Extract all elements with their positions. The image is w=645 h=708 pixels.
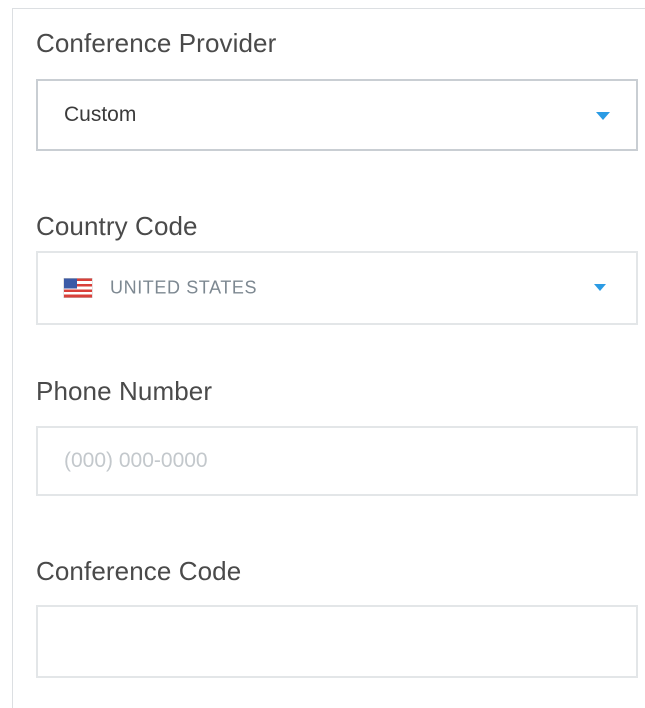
us-flag-icon (64, 278, 92, 298)
country-code-label: Country Code (36, 211, 198, 241)
phone-number-label: Phone Number (36, 376, 213, 406)
conference-provider-label: Conference Provider (36, 28, 277, 58)
chevron-down-icon[interactable] (596, 112, 610, 120)
conference-code-input[interactable] (36, 605, 638, 678)
country-code-select[interactable]: UNITED STATES (36, 251, 638, 325)
conference-provider-select[interactable]: Custom (36, 79, 638, 151)
flag-canton (64, 278, 77, 289)
phone-number-placeholder: (000) 000-0000 (64, 449, 208, 472)
conference-code-label: Conference Code (36, 556, 242, 586)
conference-provider-value: Custom (64, 103, 137, 126)
country-code-value: UNITED STATES (110, 277, 258, 298)
chevron-down-icon[interactable] (594, 284, 606, 291)
phone-number-input[interactable]: (000) 000-0000 (36, 426, 638, 496)
